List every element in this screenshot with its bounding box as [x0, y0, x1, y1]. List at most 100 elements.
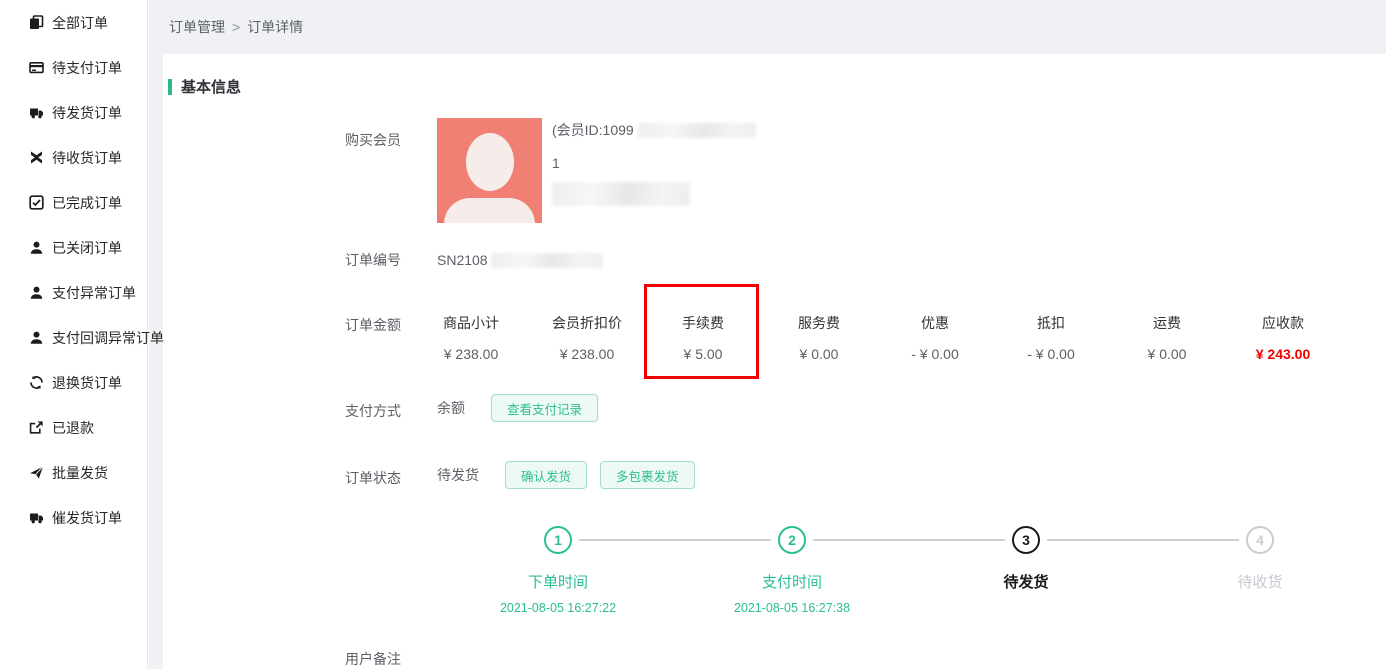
sidebar-item-6[interactable]: 已关闭订单: [0, 225, 147, 270]
sidebar-item-8[interactable]: 支付回调异常订单: [0, 315, 147, 360]
sidebar-item-5[interactable]: 已完成订单: [0, 180, 147, 225]
order-no-value: SN2108: [437, 252, 488, 268]
order-no-value-row: SN2108: [437, 250, 603, 270]
avatar-head-shape: [466, 133, 514, 191]
amount-column-header: 商品小计: [425, 313, 517, 333]
confirm-shipment-button[interactable]: 确认发货: [505, 461, 587, 489]
step-label: 待收货: [1237, 571, 1282, 592]
payment-method-value: 余额: [437, 398, 465, 418]
sidebar-item-2[interactable]: 待支付订单: [0, 45, 147, 90]
status-row: 待发货 确认发货 多包裹发货: [437, 461, 695, 489]
view-payment-records-button[interactable]: 查看支付记录: [491, 394, 598, 422]
amount-column: 抵扣 - ¥ 0.00: [1005, 313, 1097, 362]
breadcrumb-separator: >: [232, 19, 240, 35]
breadcrumb-bar: 订单管理 > 订单详情: [149, 0, 1386, 54]
order-status-value: 待发货: [437, 465, 479, 485]
amount-columns: 商品小计 ¥ 238.00 会员折扣价 ¥ 238.00 手续费 ¥ 5.00 服务费 ¥ 0…: [425, 313, 1353, 362]
sidebar-item-11[interactable]: 批量发货: [0, 450, 147, 495]
amount-column-header: 抵扣: [1005, 313, 1097, 333]
amount-column: 会员折扣价 ¥ 238.00: [541, 313, 633, 362]
refresh-icon: [29, 375, 44, 390]
sidebar-item-label: 待支付订单: [52, 58, 122, 78]
amount-column-header: 应收款: [1237, 313, 1329, 333]
order-detail-card: 基本信息 购买会员 (会员ID:1099 1 订单编号 SN2108 订单金额 …: [163, 54, 1386, 669]
sidebar-item-label: 全部订单: [52, 13, 108, 33]
order-no-redacted: [491, 253, 603, 268]
sidebar-item-10[interactable]: 已退款: [0, 405, 147, 450]
payment-label: 支付方式: [345, 401, 401, 421]
person-icon: [29, 285, 44, 300]
sidebar-item-label: 待发货订单: [52, 103, 122, 123]
member-label: 购买会员: [345, 130, 401, 150]
member-id-redacted: [638, 123, 756, 138]
step-number-circle: 4: [1246, 526, 1274, 554]
order-sidebar: 全部订单待支付订单待发货订单待收货订单已完成订单已关闭订单支付异常订单支付回调异…: [0, 0, 148, 669]
amount-column: 商品小计 ¥ 238.00: [425, 313, 517, 362]
step-label: 待发货: [1003, 571, 1048, 592]
copy-orders-icon: [29, 15, 44, 30]
amount-column: 运费 ¥ 0.00: [1121, 313, 1213, 362]
check-square-icon: [29, 195, 44, 210]
step-number-circle: 3: [1012, 526, 1040, 554]
amount-column: 服务费 ¥ 0.00: [773, 313, 865, 362]
member-info: (会员ID:1099 1: [552, 120, 756, 206]
member-name-redacted: [552, 182, 690, 206]
sidebar-item-label: 已完成订单: [52, 193, 122, 213]
amount-column-value: ¥ 243.00: [1237, 346, 1329, 362]
sidebar-menu: 全部订单待支付订单待发货订单待收货订单已完成订单已关闭订单支付异常订单支付回调异…: [0, 0, 147, 540]
sidebar-item-7[interactable]: 支付异常订单: [0, 270, 147, 315]
step-timestamp: 2021-08-05 16:27:22: [500, 601, 616, 615]
payment-row: 余额 查看支付记录: [437, 394, 598, 422]
section-title-text: 基本信息: [181, 76, 241, 97]
sidebar-item-label: 支付异常订单: [52, 283, 136, 303]
step-label: 支付时间: [762, 571, 822, 592]
amount-column-header: 会员折扣价: [541, 313, 633, 333]
sidebar-item-9[interactable]: 退换货订单: [0, 360, 147, 405]
breadcrumb-section[interactable]: 订单管理: [169, 17, 225, 37]
step-label: 下单时间: [528, 571, 588, 592]
sidebar-item-4[interactable]: 待收货订单: [0, 135, 147, 180]
sidebar-item-1[interactable]: 全部订单: [0, 0, 147, 45]
amount-column-header: 优惠: [889, 313, 981, 333]
amount-column: 优惠 - ¥ 0.00: [889, 313, 981, 362]
member-level: 1: [552, 153, 756, 173]
sidebar-item-3[interactable]: 待发货订单: [0, 90, 147, 135]
amount-column-header: 运费: [1121, 313, 1213, 333]
status-label: 订单状态: [345, 468, 401, 488]
multi-package-shipment-button[interactable]: 多包裹发货: [600, 461, 695, 489]
sidebar-item-label: 支付回调异常订单: [52, 328, 164, 348]
breadcrumb-page: 订单详情: [247, 17, 303, 37]
truck-icon: [29, 105, 44, 120]
amount-column-value: ¥ 0.00: [1121, 346, 1213, 362]
amount-column-value: ¥ 238.00: [541, 346, 633, 362]
amount-column-value: ¥ 238.00: [425, 346, 517, 362]
step-timestamp: 2021-08-05 16:27:38: [734, 601, 850, 615]
amount-column: 手续费 ¥ 5.00: [657, 313, 749, 362]
sidebar-item-label: 批量发货: [52, 463, 108, 483]
order-progress-stepper: 1 下单时间 2021-08-05 16:27:22 2 支付时间 2021-08-05 …: [441, 526, 1377, 615]
member-id-text: (会员ID:1099: [552, 120, 634, 140]
card-icon: [29, 60, 44, 75]
amounts-label: 订单金额: [345, 315, 401, 335]
sidebar-item-label: 退换货订单: [52, 373, 122, 393]
amount-column-header: 手续费: [657, 313, 749, 333]
sidebar-item-label: 已退款: [52, 418, 94, 438]
step-number-circle: 1: [544, 526, 572, 554]
truck-icon: [29, 510, 44, 525]
amount-column-value: ¥ 5.00: [657, 346, 749, 362]
amount-column-value: ¥ 0.00: [773, 346, 865, 362]
amount-column-value: - ¥ 0.00: [1005, 346, 1097, 362]
avatar-body-shape: [444, 198, 535, 223]
send-icon: [29, 465, 44, 480]
receive-icon: [29, 150, 44, 165]
sidebar-item-label: 催发货订单: [52, 508, 122, 528]
user-remark-label: 用户备注: [345, 649, 401, 669]
member-avatar[interactable]: [437, 118, 542, 223]
amount-column-header: 服务费: [773, 313, 865, 333]
sidebar-item-12[interactable]: 催发货订单: [0, 495, 147, 540]
step-number-circle: 2: [778, 526, 806, 554]
order-no-label: 订单编号: [345, 250, 401, 270]
sidebar-item-label: 待收货订单: [52, 148, 122, 168]
progress-step-4: 4 待收货: [1143, 526, 1377, 615]
amount-column-value: - ¥ 0.00: [889, 346, 981, 362]
